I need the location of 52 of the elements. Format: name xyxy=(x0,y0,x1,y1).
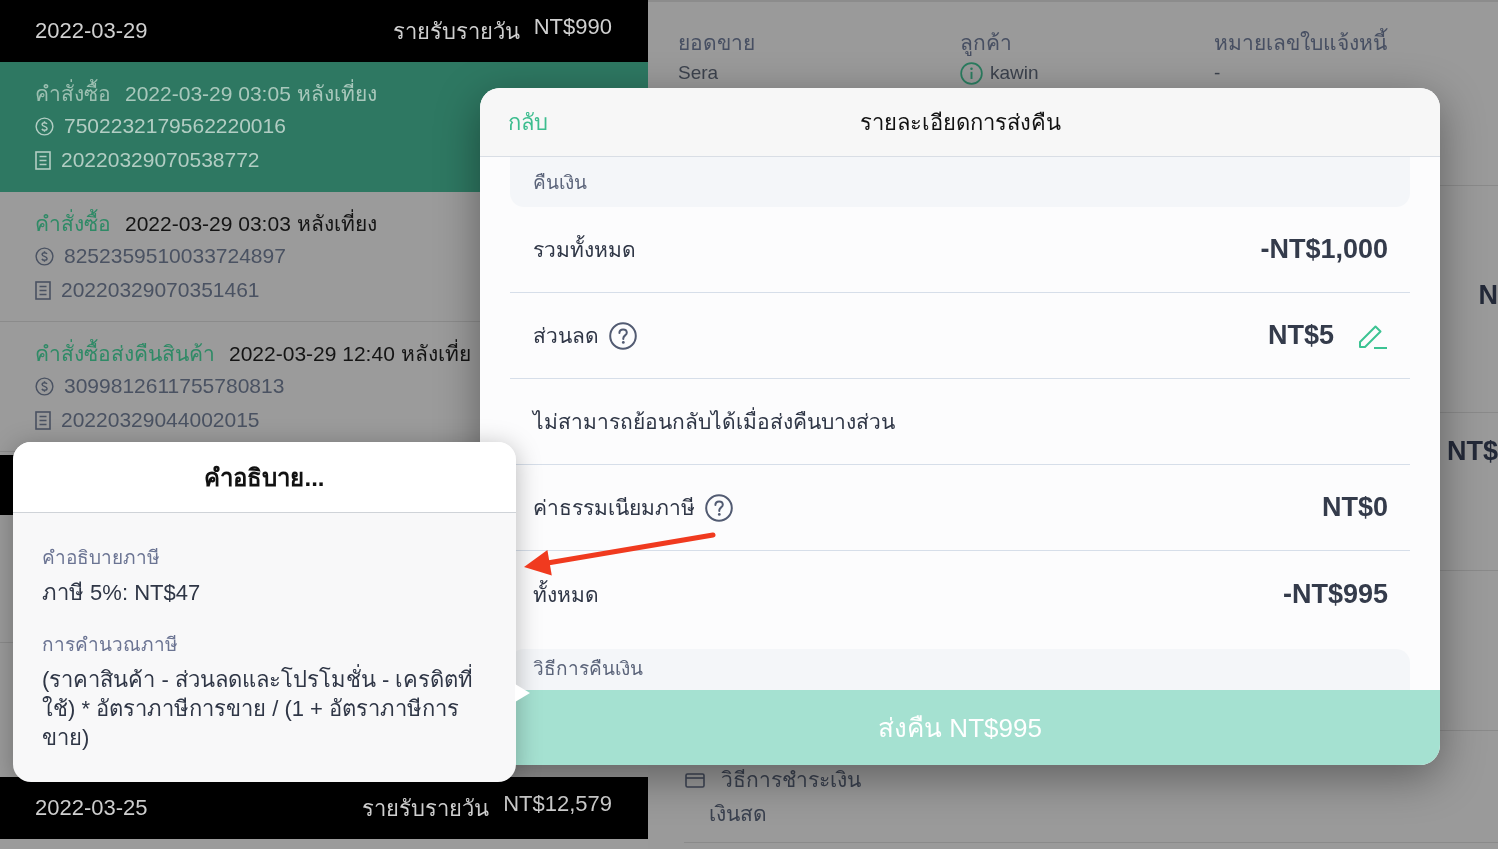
order-datetime: 2022-03-29 12:40 หลังเที่ย xyxy=(229,338,471,367)
payment-id-text: 7502232179562220016 xyxy=(64,114,286,138)
field-label: หมายเลขใบแจ้งหนี้ xyxy=(1214,28,1498,58)
dollar-circle-icon xyxy=(35,116,54,136)
row-value: -NT$995 xyxy=(1282,578,1388,610)
receipt-icon xyxy=(35,410,51,430)
order-type-label: คำสั่งซื้อ xyxy=(35,78,111,107)
payment-method-value: เงินสด xyxy=(708,801,768,827)
date-text: 2022-03-25 xyxy=(35,795,148,821)
payment-id-text: 3099812611755780813 xyxy=(64,374,285,398)
receipt-number-text: 20220329070351461 xyxy=(61,278,260,302)
dialog-title: รายละเอียดการส่งคืน xyxy=(859,108,1061,137)
row-value: -NT$1,000 xyxy=(1260,234,1388,265)
popover-heading: การคำนวณภาษี xyxy=(42,633,179,657)
payment-id-text: 8252359510033724897 xyxy=(64,244,286,268)
order-type-label: คำสั่งซื้อ xyxy=(35,208,111,237)
receipt-number-text: 20220329044002015 xyxy=(61,408,260,432)
help-icon[interactable] xyxy=(609,321,637,350)
row-label: ส่วนลด xyxy=(533,323,599,349)
receipt-icon xyxy=(35,150,51,170)
payment-method-label: วิธีการชำระเงิน xyxy=(721,767,861,793)
income-amount: NT$12,579 xyxy=(503,790,612,818)
dollar-circle-icon xyxy=(35,246,54,266)
field-label: ลูกค้า xyxy=(960,30,1013,58)
card-icon xyxy=(685,772,705,788)
row-value: NT$5 xyxy=(1267,320,1334,351)
help-icon[interactable] xyxy=(705,493,733,522)
receipt-icon xyxy=(35,280,51,300)
row-value: NT$0 xyxy=(1321,492,1388,523)
back-link[interactable]: กลับ xyxy=(508,104,548,140)
date-text: 2022-03-29 xyxy=(35,18,148,44)
amount-text: NT$ xyxy=(1447,436,1498,466)
income-label: รายรับรายวัน xyxy=(392,17,520,46)
order-datetime: 2022-03-29 03:05 หลังเที่ยง xyxy=(125,78,377,107)
field-value: - xyxy=(1214,61,1221,85)
receipt-number-text: 20220329070538772 xyxy=(61,148,260,172)
field-label: ยอดขาย xyxy=(678,30,756,56)
order-datetime: 2022-03-29 03:03 หลังเที่ยง xyxy=(125,208,377,237)
section-header: คืนเงิน xyxy=(510,157,1410,207)
income-label: รายรับรายวัน xyxy=(362,794,490,823)
popover-text: ภาษี 5%: NT$47 xyxy=(42,579,202,607)
popover-title: คำอธิบาย... xyxy=(204,462,325,493)
row-label: รวมทั้งหมด xyxy=(533,233,636,266)
row-label: ค่าธรรมเนียมภาษี xyxy=(533,495,695,521)
field-value: Sera xyxy=(678,61,719,85)
popover-heading: คำอธิบายภาษี xyxy=(42,546,161,570)
order-type-label: คำสั่งซื้อส่งคืนสินค้า xyxy=(35,338,215,367)
income-amount: NT$990 xyxy=(533,13,612,41)
field-value: kawin xyxy=(990,61,1039,85)
row-label: ทั้งหมด xyxy=(533,579,599,608)
dollar-circle-icon xyxy=(35,376,54,396)
amount-text: N xyxy=(1478,280,1498,310)
